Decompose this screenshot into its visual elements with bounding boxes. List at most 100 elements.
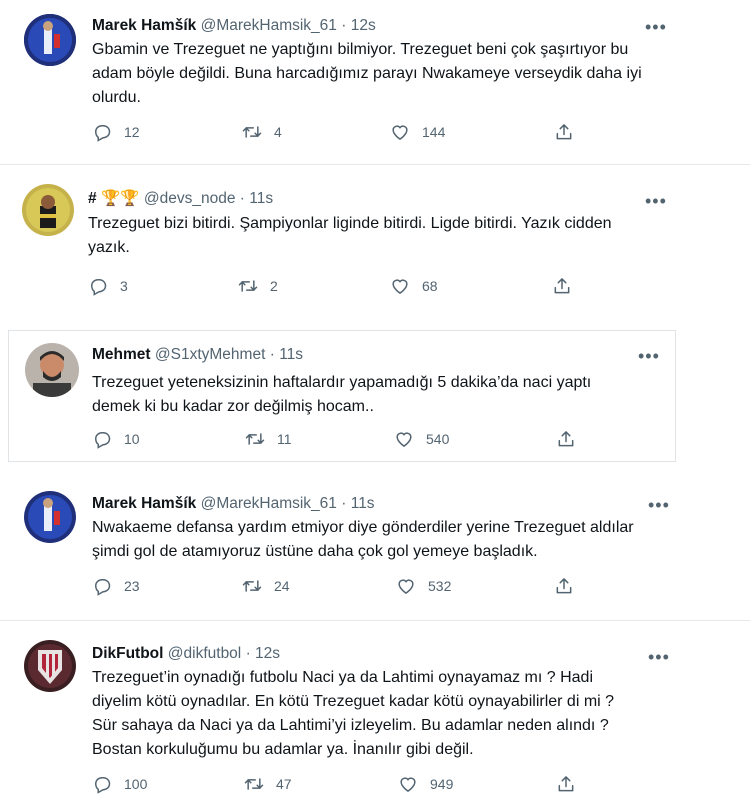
- separator-dot: ·: [269, 346, 275, 363]
- reply-button[interactable]: 10: [92, 427, 140, 451]
- retweet-icon: [242, 122, 262, 142]
- retweet-button[interactable]: 24: [242, 574, 290, 598]
- separator-dot: ·: [239, 190, 245, 207]
- name-emoji: 🏆🏆: [100, 190, 140, 207]
- share-icon: [554, 576, 574, 596]
- retweet-count: 2: [270, 278, 278, 294]
- retweet-button[interactable]: 47: [244, 772, 292, 796]
- heart-icon: [396, 576, 416, 596]
- author-handle[interactable]: @MarekHamsik_61: [201, 17, 337, 34]
- reply-button[interactable]: 23: [92, 574, 140, 598]
- tweet-text: Trezeguet yeteneksizinin haftalardır yap…: [92, 374, 592, 415]
- author-name[interactable]: Mehmet: [92, 346, 151, 363]
- retweet-count: 11: [277, 431, 292, 447]
- like-count: 68: [422, 278, 438, 294]
- divider: [0, 620, 750, 621]
- retweet-icon: [244, 774, 264, 794]
- tweet-2[interactable]: # 🏆🏆 @devs_node · 11s ••• Trezeguet bizi…: [0, 172, 750, 304]
- author-name[interactable]: Marek Hamšík: [92, 17, 196, 34]
- retweet-button[interactable]: 4: [242, 120, 284, 144]
- reply-icon: [92, 576, 112, 596]
- avatar-image: [24, 14, 76, 66]
- more-icon[interactable]: •••: [645, 192, 667, 210]
- author-name[interactable]: Marek Hamšík: [92, 495, 196, 512]
- retweet-count: 47: [276, 776, 292, 792]
- reply-count: 3: [120, 278, 128, 294]
- avatar-image: [22, 184, 74, 236]
- author-handle[interactable]: @MarekHamsik_61: [201, 495, 337, 512]
- like-button[interactable]: 540: [394, 427, 449, 451]
- reply-count: 23: [124, 578, 140, 594]
- timestamp[interactable]: 12s: [255, 645, 280, 662]
- author-name[interactable]: #: [88, 190, 97, 207]
- like-button[interactable]: 68: [390, 274, 438, 298]
- heart-icon: [390, 276, 410, 296]
- reply-count: 10: [124, 431, 140, 447]
- retweet-icon: [238, 276, 258, 296]
- timestamp[interactable]: 11s: [351, 495, 375, 512]
- share-button[interactable]: [552, 274, 584, 298]
- avatar[interactable]: [25, 343, 79, 397]
- retweet-button[interactable]: 11: [245, 427, 292, 451]
- like-button[interactable]: 532: [396, 574, 451, 598]
- share-icon: [556, 429, 576, 449]
- share-icon: [556, 774, 576, 794]
- like-button[interactable]: 144: [390, 120, 445, 144]
- avatar[interactable]: [24, 491, 76, 543]
- divider: [0, 164, 750, 165]
- reply-button[interactable]: 100: [92, 772, 147, 796]
- avatar-image: [25, 343, 79, 397]
- reply-icon: [92, 429, 112, 449]
- author-handle[interactable]: @S1xtyMehmet: [155, 346, 266, 363]
- author-name[interactable]: DikFutbol: [92, 645, 163, 662]
- retweet-icon: [245, 429, 265, 449]
- timestamp[interactable]: 11s: [249, 190, 273, 207]
- author-handle[interactable]: @devs_node: [144, 190, 236, 207]
- timestamp[interactable]: 12s: [351, 17, 376, 34]
- reply-count: 100: [124, 776, 148, 792]
- share-button[interactable]: [556, 772, 588, 796]
- share-button[interactable]: [554, 574, 586, 598]
- retweet-button[interactable]: 2: [238, 274, 280, 298]
- heart-icon: [394, 429, 414, 449]
- heart-icon: [398, 774, 418, 794]
- avatar-image: [24, 491, 76, 543]
- share-icon: [552, 276, 572, 296]
- avatar[interactable]: [22, 184, 74, 236]
- timestamp[interactable]: 11s: [279, 346, 303, 363]
- share-icon: [554, 122, 574, 142]
- separator-dot: ·: [245, 645, 251, 662]
- retweet-count: 24: [274, 578, 290, 594]
- avatar[interactable]: [24, 14, 76, 66]
- reply-button[interactable]: 12: [92, 120, 140, 144]
- tweet-text: Nwakaeme defansa yardım etmiyor diye gön…: [92, 519, 634, 560]
- separator-dot: ·: [341, 495, 347, 512]
- like-count: 532: [428, 578, 452, 594]
- tweet-4[interactable]: Marek Hamšík @MarekHamsik_61 · 11s ••• N…: [0, 478, 750, 608]
- like-count: 540: [426, 431, 450, 447]
- tweet-5[interactable]: DikFutbol @dikfutbol · 12s ••• Trezeguet…: [0, 628, 750, 807]
- avatar-image: [24, 640, 76, 692]
- like-count: 949: [430, 776, 454, 792]
- more-icon[interactable]: •••: [645, 18, 667, 36]
- tweet-text: Trezeguet’in oynadığı futbolu Naci ya da…: [92, 669, 615, 758]
- more-icon[interactable]: •••: [648, 648, 670, 666]
- avatar[interactable]: [24, 640, 76, 692]
- reply-button[interactable]: 3: [88, 274, 130, 298]
- reply-icon: [92, 774, 112, 794]
- tweet-text: Trezeguet bizi bitirdi. Şampiyonlar ligi…: [88, 215, 612, 256]
- more-icon[interactable]: •••: [648, 496, 670, 514]
- author-handle[interactable]: @dikfutbol: [168, 645, 241, 662]
- share-button[interactable]: [554, 120, 586, 144]
- heart-icon: [390, 122, 410, 142]
- reply-icon: [88, 276, 108, 296]
- tweet-3[interactable]: Mehmet @S1xtyMehmet · 11s ••• Trezeguet …: [9, 331, 673, 459]
- share-button[interactable]: [556, 427, 588, 451]
- like-button[interactable]: 949: [398, 772, 453, 796]
- retweet-count: 4: [274, 124, 282, 140]
- tweet-1[interactable]: Marek Hamšík @MarekHamsik_61 · 12s ••• G…: [0, 0, 750, 162]
- tweet-text: Gbamin ve Trezeguet ne yaptığını bilmiyo…: [92, 41, 642, 106]
- separator-dot: ·: [341, 17, 347, 34]
- reply-count: 12: [124, 124, 140, 140]
- more-icon[interactable]: •••: [638, 347, 660, 365]
